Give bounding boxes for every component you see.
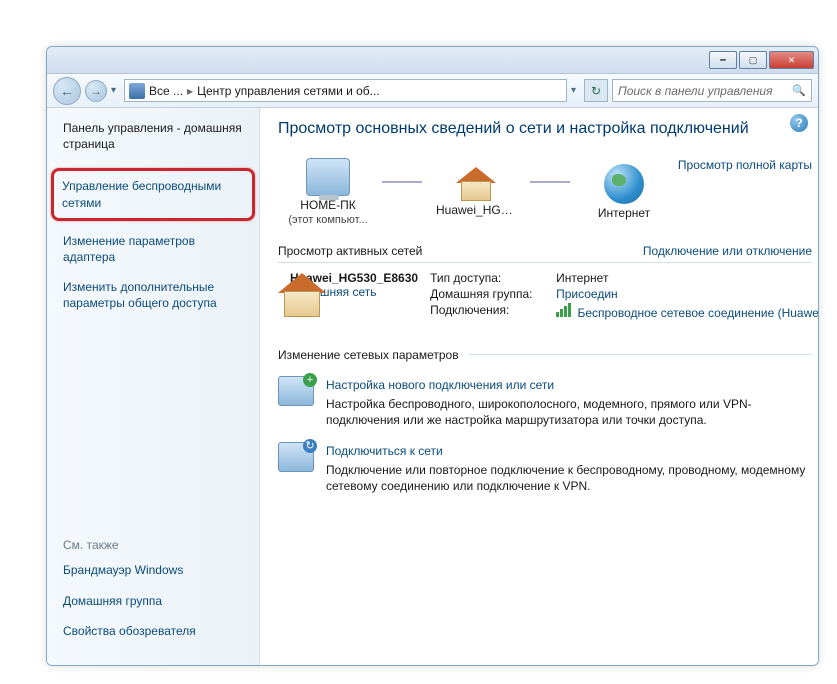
sidebar: Панель управления - домашняя страница Уп… xyxy=(47,108,260,665)
control-panel-home-link[interactable]: Панель управления - домашняя страница xyxy=(63,120,249,152)
map-node-this-pc[interactable]: HOME-ПК (этот компьют... xyxy=(288,158,368,226)
forward-button[interactable]: → xyxy=(85,80,107,102)
window-frame: ━ ▢ ✕ ← → ▾ Все ... ▸ Центр управления с… xyxy=(46,46,819,666)
connections-label: Подключения: xyxy=(430,303,550,320)
pc-icon xyxy=(306,158,350,196)
connect-disconnect-link[interactable]: Подключение или отключение xyxy=(633,244,812,258)
globe-icon xyxy=(604,164,644,204)
sidebar-item-wireless-highlight: Управление беспроводными сетями xyxy=(51,168,255,220)
access-type-label: Тип доступа: xyxy=(430,271,550,285)
signal-bars-icon xyxy=(556,303,571,317)
homegroup-link[interactable]: Присоедин xyxy=(556,287,618,301)
see-also-firewall[interactable]: Брандмауэр Windows xyxy=(63,562,249,578)
sidebar-item-sharing-settings[interactable]: Изменить дополнительные параметры общего… xyxy=(63,279,249,311)
title-bar: ━ ▢ ✕ xyxy=(47,47,818,74)
maximize-button[interactable]: ▢ xyxy=(739,51,767,69)
map-connector-icon xyxy=(530,181,570,183)
connection-link[interactable]: Беспроводное сетевое соединение (Huawei_… xyxy=(556,303,818,320)
see-also-browser-properties[interactable]: Свойства обозревателя xyxy=(63,623,249,639)
house-icon xyxy=(456,167,496,201)
address-dropdown-icon[interactable]: ▾ xyxy=(571,85,576,96)
access-type-value: Интернет xyxy=(556,271,608,285)
content-pane: ? Просмотр основных сведений о сети и на… xyxy=(260,108,818,665)
minimize-button[interactable]: ━ xyxy=(709,51,737,69)
help-icon[interactable]: ? xyxy=(790,114,808,132)
page-title: Просмотр основных сведений о сети и наст… xyxy=(278,118,812,140)
map-connector-icon xyxy=(382,181,422,183)
full-map-link[interactable]: Просмотр полной карты xyxy=(678,158,812,172)
network-properties: Тип доступа: Интернет Домашняя группа: П… xyxy=(430,271,818,322)
breadcrumb-current[interactable]: Центр управления сетями и об... xyxy=(197,84,380,98)
task-connect-network[interactable]: Подключиться к сети xyxy=(326,444,443,458)
breadcrumb-separator-icon: ▸ xyxy=(187,84,193,98)
navigation-bar: ← → ▾ Все ... ▸ Центр управления сетями … xyxy=(47,74,818,108)
new-connection-icon xyxy=(278,376,314,406)
network-map: HOME-ПК (этот компьют... Huawei_HG530...… xyxy=(288,158,664,226)
search-input[interactable]: Поиск в панели управления 🔍 xyxy=(612,79,812,102)
sidebar-item-adapter-settings[interactable]: Изменение параметров адаптера xyxy=(63,233,249,265)
task-new-connection-desc: Настройка беспроводного, широкополосного… xyxy=(326,396,812,428)
see-also-header: См. также xyxy=(63,538,249,552)
history-dropdown-icon[interactable]: ▾ xyxy=(111,85,116,96)
task-connect-network-desc: Подключение или повторное подключение к … xyxy=(326,462,812,494)
sidebar-item-wireless[interactable]: Управление беспроводными сетями xyxy=(62,178,244,210)
refresh-button[interactable]: ↻ xyxy=(584,79,608,102)
homegroup-label: Домашняя группа: xyxy=(430,287,550,301)
back-button[interactable]: ← xyxy=(53,77,81,105)
search-placeholder: Поиск в панели управления xyxy=(618,84,773,98)
close-button[interactable]: ✕ xyxy=(769,51,814,69)
breadcrumb-root[interactable]: Все ... xyxy=(149,84,183,98)
control-panel-icon xyxy=(129,83,145,99)
active-networks-header: Просмотр активных сетей xyxy=(278,244,422,258)
search-icon: 🔍 xyxy=(792,84,806,97)
map-node-internet[interactable]: Интернет xyxy=(584,164,664,220)
see-also-homegroup[interactable]: Домашняя группа xyxy=(63,593,249,609)
task-new-connection[interactable]: Настройка нового подключения или сети xyxy=(326,378,554,392)
network-settings-header: Изменение сетевых параметров xyxy=(278,348,459,362)
address-bar[interactable]: Все ... ▸ Центр управления сетями и об..… xyxy=(124,79,567,102)
connect-network-icon xyxy=(278,442,314,472)
map-node-router[interactable]: Huawei_HG530... xyxy=(436,167,516,217)
